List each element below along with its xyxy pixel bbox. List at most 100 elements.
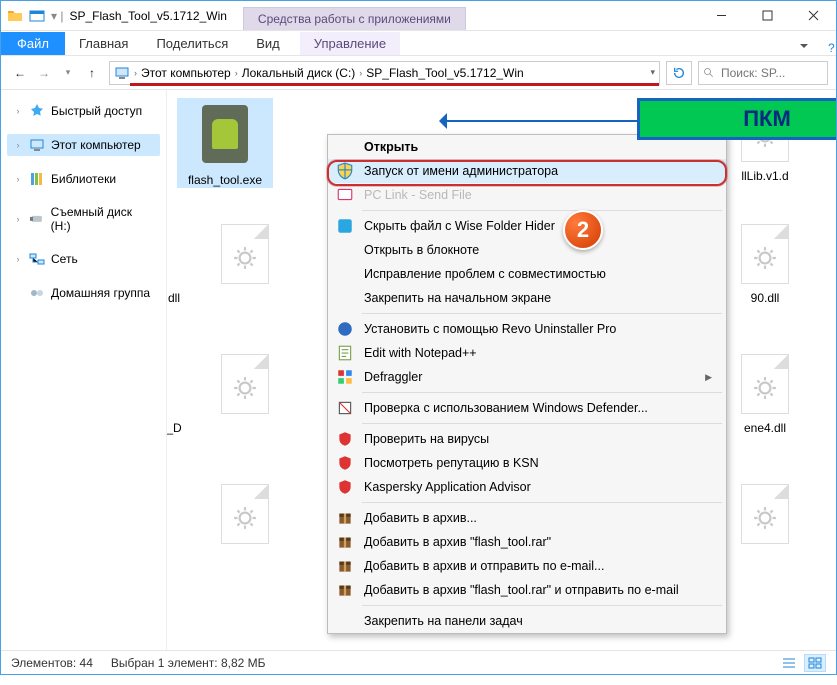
nav-back-button[interactable]: ← xyxy=(9,62,31,84)
file-flash-tool-exe[interactable]: flash_tool.exe xyxy=(177,98,273,188)
sidebar-removable[interactable]: › Съемный диск (H:) xyxy=(7,202,160,236)
sidebar-label: Библиотеки xyxy=(51,172,116,186)
annotation-badge-2: 2 xyxy=(563,210,603,250)
ctx-pc-link[interactable]: PC Link - Send File xyxy=(328,183,726,207)
ctx-wise-hider[interactable]: Скрыть файл с Wise Folder Hider xyxy=(328,214,726,238)
ctx-pin-start[interactable]: Закрепить на начальном экране xyxy=(328,286,726,310)
view-details-button[interactable] xyxy=(778,654,800,672)
network-icon xyxy=(29,251,45,267)
ctx-kaspersky-advisor[interactable]: Kaspersky Application Advisor xyxy=(328,475,726,499)
ctx-run-as-admin[interactable]: Запуск от имени администратора xyxy=(328,159,726,183)
ctx-defender[interactable]: Проверка с использованием Windows Defend… xyxy=(328,396,726,420)
defender-icon xyxy=(336,399,354,417)
file-item[interactable] xyxy=(197,350,293,422)
sidebar-label: Домашняя группа xyxy=(51,286,150,300)
search-input[interactable] xyxy=(719,65,823,81)
annotation-label-pkm: ПКМ xyxy=(637,98,836,140)
qa-divider: ▾ | xyxy=(51,9,63,23)
pclink-icon xyxy=(336,186,354,204)
ctx-rar-add[interactable]: Добавить в архив... xyxy=(328,506,726,530)
ctx-open-notepad[interactable]: Открыть в блокноте xyxy=(328,238,726,262)
libraries-icon xyxy=(29,171,45,187)
nav-up-button[interactable]: ↑ xyxy=(81,62,103,84)
ribbon-tab-view[interactable]: Вид xyxy=(242,32,294,55)
ribbon: Файл Главная Поделиться Вид Управление ? xyxy=(1,31,836,56)
revo-icon xyxy=(336,320,354,338)
winrar-icon xyxy=(336,557,354,575)
sidebar-network[interactable]: › Сеть xyxy=(7,248,160,270)
file-item[interactable] xyxy=(197,220,293,292)
ribbon-tab-home[interactable]: Главная xyxy=(65,32,142,55)
nav-forward-button[interactable]: → xyxy=(33,62,55,84)
sidebar-label: Съемный диск (H:) xyxy=(51,205,154,233)
annotation-arrow xyxy=(443,120,637,122)
star-icon xyxy=(29,103,45,119)
window-title: SP_Flash_Tool_v5.1712_Win xyxy=(69,9,226,23)
ctx-rar-add-named[interactable]: Добавить в архив "flash_tool.rar" xyxy=(328,530,726,554)
shield-icon xyxy=(336,162,354,180)
ctx-kaspersky-ksn[interactable]: Посмотреть репутацию в KSN xyxy=(328,451,726,475)
sidebar-libraries[interactable]: › Библиотеки xyxy=(7,168,160,190)
maximize-button[interactable] xyxy=(744,1,790,30)
folder-icon xyxy=(7,8,23,24)
address-bar[interactable]: › Этот компьютер › Локальный диск (C:) ›… xyxy=(109,61,660,85)
close-button[interactable] xyxy=(790,1,836,30)
title-bar: ▾ | SP_Flash_Tool_v5.1712_Win Средства р… xyxy=(1,1,836,31)
winrar-icon xyxy=(336,533,354,551)
ribbon-expand-button[interactable] xyxy=(788,40,820,55)
usb-icon xyxy=(29,211,45,227)
ctx-rar-email[interactable]: Добавить в архив и отправить по e-mail..… xyxy=(328,554,726,578)
file-ene4[interactable]: ene4.dll xyxy=(717,350,813,436)
navigation-pane: › Быстрый доступ › Этот компьютер › Библ… xyxy=(1,90,167,650)
context-menu: Открыть Запуск от имени администратора P… xyxy=(327,134,727,634)
homegroup-icon xyxy=(29,285,45,301)
breadcrumb-drive[interactable]: Локальный диск (C:) › xyxy=(242,66,363,80)
defraggler-icon xyxy=(336,368,354,386)
computer-icon xyxy=(29,137,45,153)
minimize-button[interactable] xyxy=(698,1,744,30)
file-flashtoollibex[interactable]: FlashtoollibEx.dll xyxy=(167,220,183,306)
kaspersky-icon xyxy=(336,454,354,472)
ribbon-tab-manage[interactable]: Управление xyxy=(300,32,400,55)
ctx-npp[interactable]: Edit with Notepad++ xyxy=(328,341,726,365)
sidebar-label: Быстрый доступ xyxy=(51,104,142,118)
ctx-rar-email-named[interactable]: Добавить в архив "flash_tool.rar" и отпр… xyxy=(328,578,726,602)
nav-history-button[interactable]: ▾ xyxy=(57,62,79,84)
kaspersky-icon xyxy=(336,430,354,448)
file-mtk-allinone[interactable]: MTK_AllInOne_DA.bin xyxy=(167,350,183,450)
sidebar-quick-access[interactable]: › Быстрый доступ xyxy=(7,100,160,122)
ctx-pin-taskbar[interactable]: Закрепить на панели задач xyxy=(328,609,726,633)
address-dropdown-icon[interactable]: ▾ xyxy=(650,67,655,78)
view-icons-button[interactable] xyxy=(804,654,826,672)
refresh-button[interactable] xyxy=(666,61,692,85)
explorer-icon xyxy=(29,8,45,24)
npp-icon xyxy=(336,344,354,362)
file-item[interactable] xyxy=(197,480,293,552)
ribbon-tab-share[interactable]: Поделиться xyxy=(142,32,242,55)
sidebar-label: Сеть xyxy=(51,252,78,266)
status-bar: Элементов: 44 Выбран 1 элемент: 8,82 МБ xyxy=(1,650,836,674)
file-item[interactable] xyxy=(717,480,813,552)
computer-icon xyxy=(114,65,130,81)
breadcrumb-root[interactable]: Этот компьютер › xyxy=(141,66,238,80)
status-item-count: Элементов: 44 xyxy=(11,656,93,670)
ctx-kaspersky-scan[interactable]: Проверить на вирусы xyxy=(328,427,726,451)
help-button[interactable]: ? xyxy=(820,41,836,55)
winrar-icon xyxy=(336,581,354,599)
sidebar-this-pc[interactable]: › Этот компьютер xyxy=(7,134,160,156)
file-90dll[interactable]: 90.dll xyxy=(717,220,813,306)
winrar-icon xyxy=(336,509,354,527)
sidebar-label: Этот компьютер xyxy=(51,138,141,152)
file-qtcore4[interactable]: QtCore4.dll xyxy=(167,480,183,566)
ctx-compat[interactable]: Исправление проблем с совместимостью xyxy=(328,262,726,286)
kaspersky-icon xyxy=(336,478,354,496)
navigation-row: ← → ▾ ↑ › Этот компьютер › Локальный дис… xyxy=(1,56,836,90)
search-box[interactable] xyxy=(698,61,828,85)
ctx-revo[interactable]: Установить с помощью Revo Uninstaller Pr… xyxy=(328,317,726,341)
sidebar-homegroup[interactable]: Домашняя группа xyxy=(7,282,160,304)
ctx-defraggler[interactable]: Defraggler▶ xyxy=(328,365,726,389)
ribbon-context-group: Средства работы с приложениями xyxy=(243,7,466,30)
search-icon xyxy=(703,67,715,79)
breadcrumb-folder[interactable]: SP_Flash_Tool_v5.1712_Win xyxy=(366,66,523,80)
ribbon-file-tab[interactable]: Файл xyxy=(1,32,65,55)
